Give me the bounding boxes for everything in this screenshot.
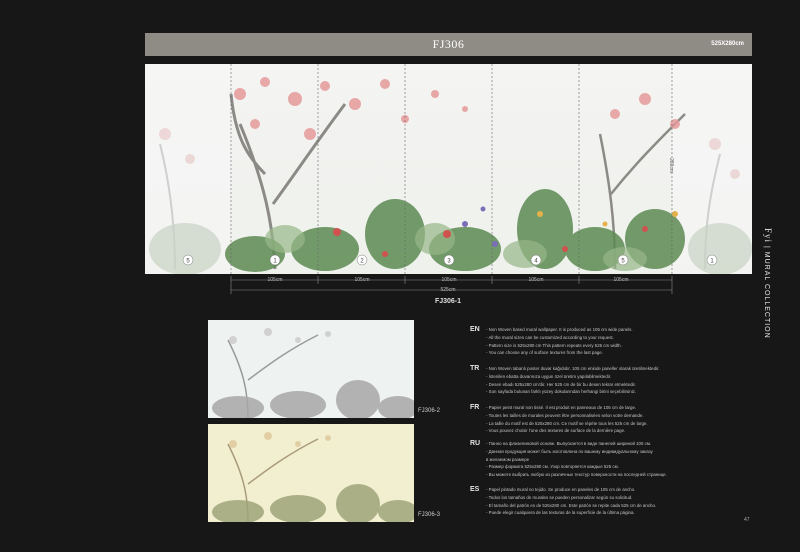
height-dimension-label: 280cm <box>668 158 674 174</box>
description-line: - Papel pintado mural no tejido. Se prod… <box>486 487 636 492</box>
description-line: - İstenilen ebatta duvarınıza uygun özel… <box>486 373 612 379</box>
description-line: - All the mural sizes can be customized … <box>486 334 614 340</box>
description-line: - Non Woven tabanlı poster duvar kağıdıd… <box>486 366 660 371</box>
variant-thumbnail-3 <box>208 424 414 522</box>
description-line: - Puede elegir cualquiera de las textura… <box>486 510 635 516</box>
description-line: - Vous pouvez choisir l'une des textures… <box>486 428 626 434</box>
panel-width-label: 105cm <box>441 277 457 283</box>
language-code: RU <box>470 440 481 447</box>
language-code: TR <box>470 365 480 372</box>
brand-collection: MURAL COLLECTION <box>763 251 770 339</box>
description-line: - Non Woven based mural wallpaper. It is… <box>486 327 633 332</box>
language-lines: - Papier peint mural non tissé. Il est p… <box>486 404 648 435</box>
description-line: - Вы можете выбрать любую из различных т… <box>486 472 667 478</box>
description-line: - Данная продукция может быть изготовлен… <box>486 448 653 454</box>
mural-code-label: FJ306-1 <box>434 298 462 305</box>
description-line: - Toutes les tailles de murales peuvent … <box>486 412 644 418</box>
language-lines: - Papel pintado mural no tejido. Se prod… <box>486 486 656 517</box>
description-line: - Papier peint mural non tissé. Il est p… <box>486 405 637 410</box>
description-line: - Son sayfada bulunan farklı yüzey dokul… <box>486 389 637 395</box>
header-bar: FJ306 525X280cm <box>145 33 752 56</box>
panel-width-label: 105cm <box>613 277 629 283</box>
language-lines: - Панно на флизелиновой основе. Выпускае… <box>486 440 667 479</box>
mural-main-image: 5123451 <box>145 64 752 274</box>
language-code: EN <box>470 326 480 333</box>
language-code: ES <box>470 486 480 493</box>
description-line: - La taille du motif est de 525x280 cm. … <box>486 420 648 426</box>
description-line: - Pattern size is 525x280 cm This patter… <box>486 342 622 348</box>
description-line: - Размер формата 525x280 см. Узор повтор… <box>486 464 619 470</box>
panel-width-label: 105cm <box>267 277 283 283</box>
panel-width-label: 105cm <box>354 277 370 283</box>
variant-code-label: FJ306-3 <box>418 512 441 518</box>
description-line: в желаемом размере <box>486 456 530 462</box>
variant-code-label: FJ306-2 <box>418 408 441 414</box>
description-line: - Desen ebadı 525x280 cm'dir. Her 525 cm… <box>486 381 636 387</box>
product-size: 525X280cm <box>711 41 744 47</box>
brand-vertical-label: Fyi | MURAL COLLECTION <box>763 228 773 339</box>
description-line: - You can choose any of surface textures… <box>486 350 603 356</box>
language-code: FR <box>470 404 480 411</box>
page-number: 47 <box>744 517 750 523</box>
description-line: - Todos los tamaños de murales se pueden… <box>486 494 633 500</box>
total-width-label: 525cm <box>440 287 456 293</box>
brand-separator: | <box>763 245 770 249</box>
language-lines: - Non Woven tabanlı poster duvar kağıdıd… <box>486 365 659 396</box>
panel-width-label: 105cm <box>528 277 544 283</box>
language-lines: - Non Woven based mural wallpaper. It is… <box>486 326 633 357</box>
variant-thumbnail-2 <box>208 320 414 418</box>
brand-name: Fyi <box>763 228 773 244</box>
product-title: FJ306 <box>432 37 465 51</box>
description-line: - El tamaño del patrón es de 525x280 cm.… <box>486 502 657 508</box>
description-line: - Панно на флизелиновой основе. Выпускае… <box>486 441 652 446</box>
mural-illustration: 5123451 <box>145 64 752 274</box>
